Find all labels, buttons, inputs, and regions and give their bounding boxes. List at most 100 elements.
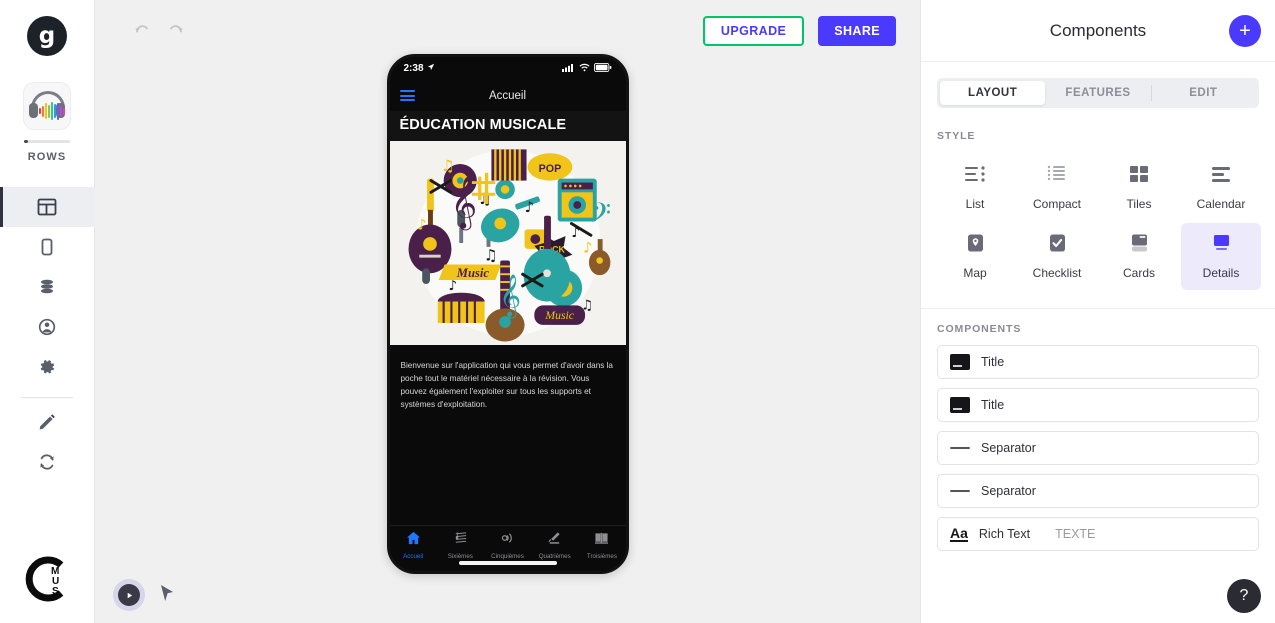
current-app-tile[interactable]: ROWS [23,82,71,163]
left-rail: g ROWS M U S [0,0,95,623]
component-row-title-2[interactable]: Title [937,388,1259,422]
style-option-details[interactable]: Details [1181,223,1261,290]
redo-icon[interactable] [165,20,187,42]
component-row-separator-1[interactable]: Separator [937,431,1259,465]
svg-text:Music: Music [544,309,574,322]
toolbar-actions: UPGRADE SHARE [702,16,896,46]
svg-text:Music: Music [455,266,489,280]
nav-item-edit[interactable] [0,402,95,442]
help-button[interactable]: ? [1227,579,1261,613]
wifi-icon [579,63,590,75]
conductor-icon [547,531,562,550]
home-icon [406,531,421,550]
components-panel: Components + LAYOUT FEATURES EDIT STYLE … [920,0,1275,623]
list-icon [964,164,986,189]
style-option-list[interactable]: List [935,154,1015,221]
separator-icon [950,447,970,449]
page-body-text: Bienvenue sur l'application qui vous per… [400,360,614,410]
title-icon [950,354,970,370]
svg-text:♫: ♫ [483,246,497,264]
mobile-icon [37,237,57,257]
separator-icon [950,490,970,492]
style-option-tiles[interactable]: Tiles [1099,154,1179,221]
svg-text:♪: ♪ [583,239,592,256]
style-option-map[interactable]: Map [935,223,1015,290]
cmus-logo: M U S [21,553,73,605]
style-label: Compact [1032,197,1082,211]
style-label: Details [1202,266,1240,280]
component-row-title-1[interactable]: Title [937,345,1259,379]
map-pin-icon [964,233,986,258]
undo-icon[interactable] [131,20,153,42]
tab-label: Troisièmes [586,552,617,560]
tab-edit[interactable]: EDIT [1150,81,1256,105]
tab-cinquiemes[interactable]: Cinquièmes [484,531,531,560]
add-component-button[interactable]: + [1229,14,1261,47]
nav-divider [21,397,73,398]
editor-canvas: UPGRADE SHARE 2:38 Accueil ÉDUCATION MUS… [95,0,920,623]
tab-quatriemes[interactable]: Quatrièmes [531,531,578,560]
rich-text-icon: Aa [950,524,968,543]
checklist-icon [1046,233,1068,258]
svg-text:♪: ♪ [448,277,457,293]
component-label: Separator [981,484,1036,498]
canvas-toolbar: UPGRADE SHARE [95,0,920,62]
style-option-calendar[interactable]: Calendar [1181,154,1261,221]
gear-icon [37,357,57,377]
svg-text:𝄞: 𝄞 [499,273,521,318]
phone-preview[interactable]: 2:38 Accueil ÉDUCATION MUSICALE POP Musi… [386,53,629,574]
style-option-checklist[interactable]: Checklist [1017,223,1097,290]
status-indicators [561,62,612,75]
components-section-label: COMPONENTS [937,323,1022,335]
component-value: TEXTE [1055,527,1096,541]
location-arrow-icon [427,63,435,74]
home-indicator [458,560,557,565]
tab-sixiemes[interactable]: Sixièmes [437,531,484,560]
cards-icon [1128,233,1150,258]
component-row-separator-2[interactable]: Separator [937,474,1259,508]
tab-accueil[interactable]: Accueil [390,531,437,560]
preview-controls [113,579,175,611]
play-preview-button[interactable] [113,579,145,611]
tiles-icon [1128,164,1150,189]
phone-nav-title: Accueil [488,89,527,102]
style-section-label: STYLE [937,130,976,142]
tab-features[interactable]: FEATURES [1045,81,1150,105]
style-grid: List Compact Tiles Calendar Map Checklis… [921,142,1275,290]
svg-text:♫: ♫ [440,156,454,174]
layout-icon [37,197,57,217]
refresh-icon [37,452,57,472]
component-row-rich-text[interactable]: Aa Rich Text TEXTE [937,517,1259,551]
style-label: Checklist [1032,266,1082,280]
app-name-label: ROWS [27,151,67,163]
nav-item-users[interactable] [0,307,95,347]
style-label: List [965,197,985,211]
nav-item-settings[interactable] [0,347,95,387]
upgrade-button[interactable]: UPGRADE [702,16,805,46]
nav-item-screens[interactable] [0,227,95,267]
calendar-icon [1210,164,1232,189]
nav-item-sync[interactable] [0,442,95,482]
battery-icon [593,62,612,75]
brand-logo[interactable]: g [27,16,67,56]
style-option-cards[interactable]: Cards [1099,223,1179,290]
svg-text:S: S [52,586,59,597]
tab-layout[interactable]: LAYOUT [940,81,1046,105]
share-button[interactable]: SHARE [818,16,896,46]
pointer-cursor-icon[interactable] [159,584,175,607]
sheet-music-icon [453,531,468,550]
component-label: Separator [981,441,1036,455]
title-icon [950,397,970,413]
nav-item-layout[interactable] [0,187,95,227]
tab-troisiemes[interactable]: Troisièmes [578,531,625,560]
compact-icon [1046,164,1068,189]
music-instruments-collage: POP Music Music 𝄞 𝄞 𝄢 ♫ ♪ ♪ ♫ ♪ ♫ ♪ ♪ ♫ [389,140,626,345]
style-option-compact[interactable]: Compact [1017,154,1097,221]
user-icon [37,317,57,337]
panel-tabs: LAYOUT FEATURES EDIT [937,78,1259,108]
tab-label: Sixièmes [447,552,473,560]
nav-item-data[interactable] [0,267,95,307]
style-label: Tiles [1126,197,1152,211]
status-time: 2:38 [403,63,424,74]
svg-text:♫: ♫ [581,297,593,313]
